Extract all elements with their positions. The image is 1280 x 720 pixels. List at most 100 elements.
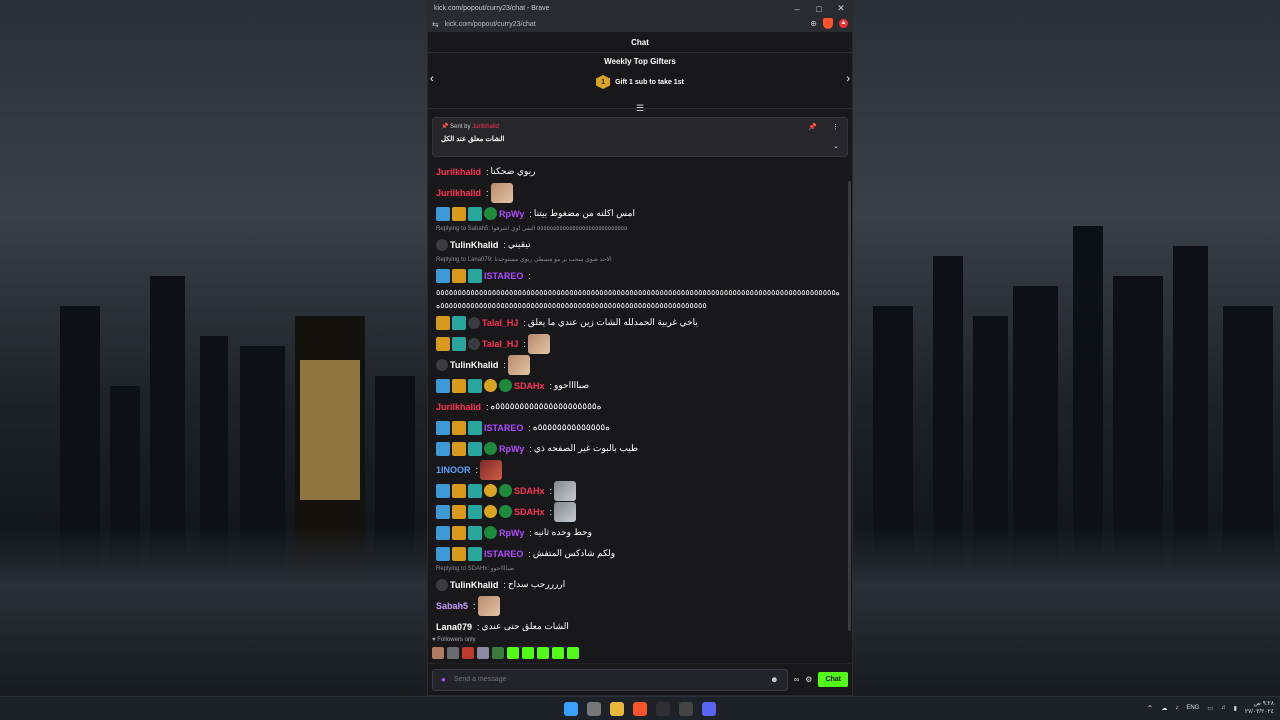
coin-badge-icon[interactable]	[484, 505, 497, 518]
address-bar[interactable]: ⇆ kick.com/popout/curry23/chat ⊕ ▲	[428, 16, 852, 33]
username[interactable]: Jurilkhalid	[436, 402, 481, 412]
emote-image[interactable]	[554, 480, 577, 501]
zoom-icon[interactable]: ⊕	[810, 19, 817, 28]
send-chat-button[interactable]: Chat	[818, 672, 848, 687]
emote-icon[interactable]	[537, 647, 549, 659]
mic-tray-icon[interactable]: ♪	[1175, 705, 1178, 711]
file-explorer-icon[interactable]	[610, 701, 624, 716]
emote-image[interactable]	[554, 501, 577, 522]
pick-badge-icon[interactable]	[436, 483, 450, 498]
expand-menu-icon[interactable]: ☰	[636, 103, 644, 114]
chevron-right-icon[interactable]: ›	[846, 73, 850, 85]
og-badge-icon[interactable]	[468, 546, 482, 561]
excel-icon[interactable]	[656, 701, 670, 716]
username[interactable]: ISTAREO	[484, 271, 523, 281]
discord-icon[interactable]	[702, 701, 716, 716]
emote-icon[interactable]	[522, 647, 534, 659]
crown-badge-icon[interactable]	[436, 336, 450, 351]
username[interactable]: Jurilkhalid	[436, 188, 481, 198]
username[interactable]: ISTAREO	[484, 423, 523, 433]
chat-scrollbar[interactable]	[848, 181, 851, 631]
username[interactable]: 1INOOR	[436, 465, 471, 475]
settings-icon[interactable]: ⚙	[805, 675, 812, 684]
brave-shields-icon[interactable]	[823, 18, 833, 29]
volume-icon[interactable]: ♫	[1221, 705, 1226, 711]
start-icon[interactable]	[564, 701, 578, 716]
emote-image[interactable]	[490, 182, 513, 203]
emote-image[interactable]	[480, 459, 503, 480]
gift-cta-text[interactable]: Gift 1 sub to take 1st	[615, 79, 684, 86]
battery-icon[interactable]: ▮	[1234, 705, 1237, 712]
og-badge-icon[interactable]	[468, 268, 482, 283]
message-input-box[interactable]: ● ☻	[432, 668, 788, 691]
emote-icon[interactable]	[507, 647, 519, 659]
clock[interactable]: ٩:٢٨ ص ٢٧/٠٣/٢٠٢٤	[1245, 700, 1274, 716]
crown-badge-icon[interactable]	[452, 268, 466, 283]
emote-icon[interactable]	[492, 647, 504, 659]
close-button[interactable]: ✕	[830, 1, 852, 16]
cloud-icon[interactable]: ☁	[1161, 705, 1167, 712]
username[interactable]: SDAHx	[514, 486, 545, 496]
pick-badge-icon[interactable]	[436, 378, 450, 393]
vip-badge-icon[interactable]	[484, 207, 497, 220]
message-input[interactable]	[453, 676, 763, 683]
coin-badge-icon[interactable]	[484, 379, 497, 392]
pick-badge-icon[interactable]	[436, 441, 450, 456]
mic-badge-icon[interactable]	[436, 238, 448, 251]
chevron-left-icon[interactable]: ‹	[430, 73, 434, 85]
mic-icon[interactable]: ●	[441, 675, 446, 684]
emote-image[interactable]	[527, 333, 550, 354]
username[interactable]: Talal_HJ	[482, 318, 518, 328]
emote-image[interactable]	[507, 354, 530, 375]
crown-badge-icon[interactable]	[436, 315, 450, 330]
crown-badge-icon[interactable]	[452, 525, 466, 540]
og-badge-icon[interactable]	[468, 420, 482, 435]
og-badge-icon[interactable]	[468, 525, 482, 540]
app-icon[interactable]	[679, 701, 693, 716]
pick-badge-icon[interactable]	[436, 206, 450, 221]
crown-badge-icon[interactable]	[452, 483, 466, 498]
username[interactable]: TulinKhalid	[450, 360, 498, 370]
reply-context[interactable]: Replying to SDAHx: صبااااحوو	[436, 565, 844, 574]
emote-icon[interactable]	[552, 647, 564, 659]
minimize-button[interactable]: –	[786, 1, 808, 16]
maximize-button[interactable]: □	[808, 1, 830, 16]
crown-badge-icon[interactable]	[452, 378, 466, 393]
emote-image[interactable]	[477, 595, 500, 616]
pick-badge-icon[interactable]	[436, 546, 450, 561]
emote-icon[interactable]	[477, 647, 489, 659]
chevron-down-icon[interactable]: ⌄	[833, 142, 839, 150]
emote-icon[interactable]	[567, 647, 579, 659]
pinned-sender[interactable]: Jurilkhalid	[472, 124, 499, 130]
vip-badge-icon[interactable]	[484, 526, 497, 539]
og-badge-icon[interactable]	[468, 206, 482, 221]
og-badge-icon[interactable]	[468, 378, 482, 393]
emote-icon[interactable]	[462, 647, 474, 659]
coin-badge-icon[interactable]	[484, 484, 497, 497]
mic-badge-icon[interactable]	[436, 578, 448, 591]
username[interactable]: SDAHx	[514, 507, 545, 517]
username[interactable]: Sabah5	[436, 601, 468, 611]
pick-badge-icon[interactable]	[436, 420, 450, 435]
crown-badge-icon[interactable]	[452, 504, 466, 519]
og-badge-icon[interactable]	[468, 441, 482, 456]
brave-rewards-icon[interactable]: ▲	[839, 19, 848, 28]
emote-icon[interactable]	[432, 647, 444, 659]
pick-badge-icon[interactable]	[436, 268, 450, 283]
crown-badge-icon[interactable]	[452, 546, 466, 561]
username[interactable]: Lana079	[436, 622, 472, 632]
username[interactable]: Jurilkhalid	[436, 167, 481, 177]
og-badge-icon[interactable]	[452, 315, 466, 330]
username[interactable]: ISTAREO	[484, 549, 523, 559]
vip-badge-icon[interactable]	[499, 505, 512, 518]
reply-context[interactable]: Replying to Lana079: الاحد صوي سحب بر مو…	[436, 256, 844, 265]
brave-icon[interactable]	[633, 701, 647, 716]
username[interactable]: Talal_HJ	[482, 339, 518, 349]
vip-badge-icon[interactable]	[499, 484, 512, 497]
url-text[interactable]: kick.com/popout/curry23/chat	[445, 21, 536, 28]
username[interactable]: RpWy	[499, 528, 524, 538]
points-icon[interactable]: ∞	[794, 675, 800, 684]
network-icon[interactable]: ▭	[1207, 705, 1213, 712]
mic-badge-icon[interactable]	[468, 337, 480, 350]
crown-badge-icon[interactable]	[452, 206, 466, 221]
